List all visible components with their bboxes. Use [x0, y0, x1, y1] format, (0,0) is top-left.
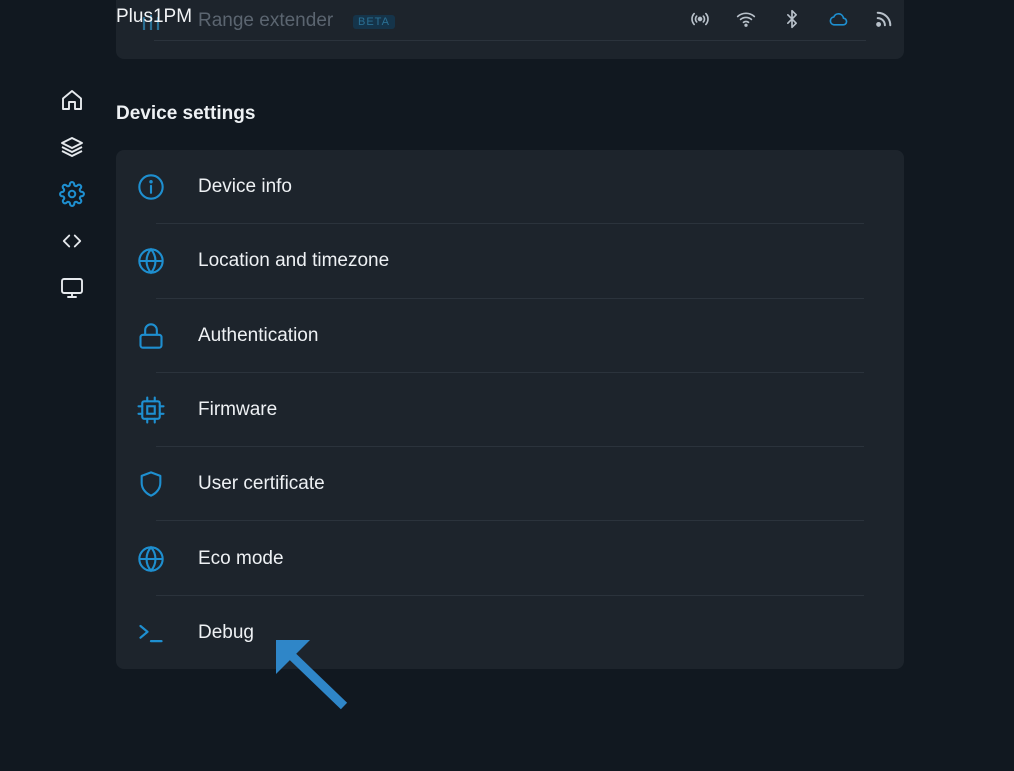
- settings-item-label: Authentication: [198, 324, 319, 346]
- nav-code[interactable]: [57, 227, 87, 254]
- terminal-icon: [136, 618, 166, 648]
- monitor-icon: [61, 277, 83, 298]
- beta-badge: BETA: [353, 15, 395, 29]
- nav-monitor[interactable]: [57, 274, 87, 301]
- settings-item-device-info[interactable]: Device info: [116, 150, 904, 225]
- page: Range extender BETA Plus1PM Device setti…: [0, 0, 1014, 771]
- settings-item-user-certificate[interactable]: User certificate: [116, 447, 904, 522]
- settings-item-debug[interactable]: Debug: [116, 596, 904, 670]
- settings-item-authentication[interactable]: Authentication: [116, 299, 904, 373]
- device-settings-list: Device info Location and timezone Authen…: [116, 150, 904, 669]
- globe-icon: [136, 246, 166, 276]
- rss-icon: [872, 8, 896, 30]
- sidebar: [56, 86, 88, 301]
- lock-icon: [136, 321, 166, 351]
- divider: [154, 40, 866, 41]
- code-icon: [62, 234, 82, 247]
- settings-item-location-timezone[interactable]: Location and timezone: [116, 224, 904, 299]
- settings-item-eco-mode[interactable]: Eco mode: [116, 521, 904, 596]
- radio-broadcast-icon: [688, 8, 712, 30]
- settings-item-label: Firmware: [198, 399, 278, 421]
- info-icon: [136, 172, 166, 202]
- page-title: Device settings: [116, 103, 256, 124]
- nav-settings[interactable]: [57, 180, 87, 207]
- status-icons: [688, 8, 896, 30]
- shield-icon: [136, 469, 166, 499]
- settings-item-label: User certificate: [198, 473, 325, 495]
- chip-icon: [136, 395, 166, 425]
- gear-icon: [59, 180, 85, 207]
- settings-item-firmware[interactable]: Firmware: [116, 373, 904, 448]
- settings-item-label: Eco mode: [198, 547, 284, 569]
- globe-icon: [136, 544, 166, 574]
- bluetooth-icon: [780, 8, 804, 30]
- annotation-arrow-icon: [276, 640, 348, 710]
- nav-layers[interactable]: [57, 133, 87, 160]
- home-icon: [62, 89, 82, 110]
- nav-home[interactable]: [57, 86, 87, 113]
- layers-icon: [61, 136, 83, 157]
- settings-item-label: Location and timezone: [198, 250, 390, 272]
- range-extender-label: Range extender: [198, 10, 334, 31]
- settings-item-label: Device info: [198, 176, 292, 198]
- wifi-icon: [734, 8, 758, 30]
- settings-item-label: Debug: [198, 621, 254, 643]
- device-name: Plus1PM: [116, 6, 193, 27]
- cloud-icon: [826, 8, 850, 30]
